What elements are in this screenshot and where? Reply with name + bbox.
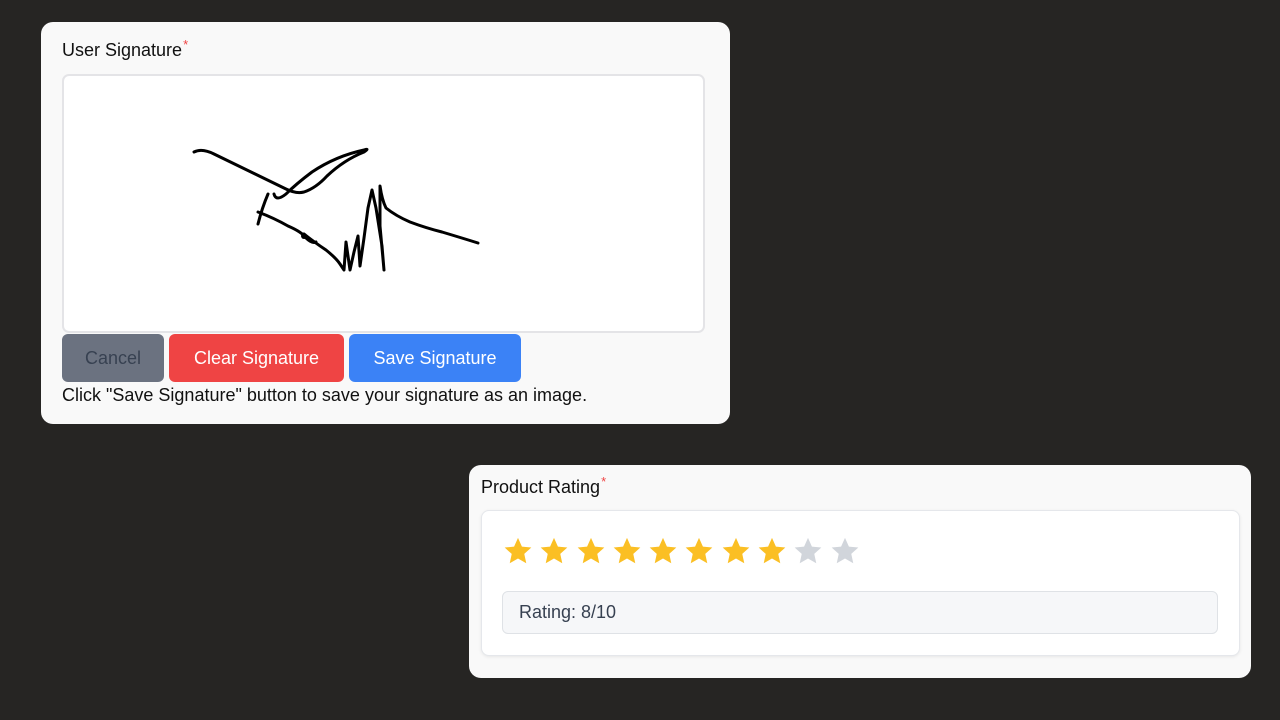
signature-pad[interactable] bbox=[62, 74, 705, 333]
required-indicator: * bbox=[183, 37, 189, 52]
star-icon[interactable] bbox=[575, 535, 607, 567]
save-signature-button[interactable]: Save Signature bbox=[349, 334, 521, 382]
star-rating bbox=[502, 535, 861, 567]
signature-actions: Cancel Clear Signature Save Signature bbox=[62, 334, 521, 382]
rating-display: Rating: 8/10 bbox=[502, 591, 1218, 634]
clear-signature-button[interactable]: Clear Signature bbox=[169, 334, 344, 382]
star-icon[interactable] bbox=[538, 535, 570, 567]
star-icon[interactable] bbox=[720, 535, 752, 567]
signature-field-label: User Signature* bbox=[62, 37, 189, 61]
required-indicator: * bbox=[601, 474, 607, 489]
star-icon[interactable] bbox=[829, 535, 861, 567]
star-icon[interactable] bbox=[756, 535, 788, 567]
signature-label-text: User Signature bbox=[62, 40, 183, 60]
cancel-button[interactable]: Cancel bbox=[62, 334, 164, 382]
star-icon[interactable] bbox=[611, 535, 643, 567]
rating-label-text: Product Rating bbox=[481, 477, 601, 497]
rating-field-label: Product Rating* bbox=[481, 474, 607, 498]
star-icon[interactable] bbox=[502, 535, 534, 567]
signature-hint: Click "Save Signature" button to save yo… bbox=[62, 385, 588, 405]
star-icon[interactable] bbox=[792, 535, 824, 567]
star-icon[interactable] bbox=[683, 535, 715, 567]
signature-drawing bbox=[192, 147, 480, 272]
star-icon[interactable] bbox=[647, 535, 679, 567]
signature-card: User Signature* Cancel Clear Signature S… bbox=[41, 22, 730, 424]
rating-panel: Rating: 8/10 bbox=[481, 510, 1240, 656]
rating-card: Product Rating* Rating: 8/10 bbox=[469, 465, 1251, 678]
